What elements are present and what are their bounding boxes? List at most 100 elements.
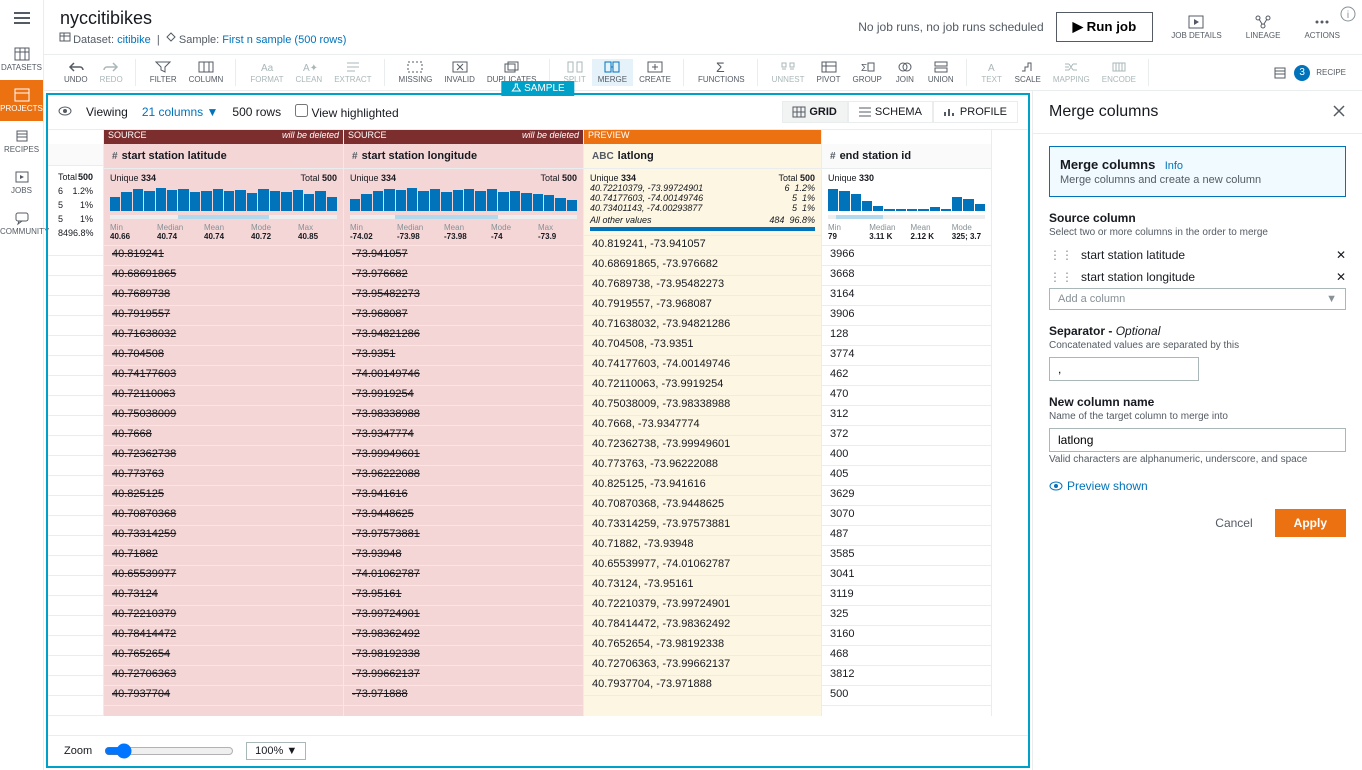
highlight-checkbox[interactable]: View highlighted <box>295 104 399 120</box>
undo-button[interactable]: UNDO <box>58 59 94 86</box>
drag-icon[interactable]: ⋮⋮ <box>1049 248 1073 262</box>
table-cell[interactable]: -73.99949601 <box>344 446 583 466</box>
clean-button[interactable]: A✦CLEAN <box>290 59 329 86</box>
table-cell[interactable]: 500 <box>822 686 991 706</box>
nav-datasets[interactable]: DATASETS <box>0 39 43 80</box>
table-cell[interactable]: 40.7919557, -73.968087 <box>584 296 821 316</box>
table-cell[interactable]: -73.99662137 <box>344 666 583 686</box>
zoom-slider[interactable] <box>104 743 234 759</box>
table-cell[interactable]: 40.7668 <box>104 426 343 446</box>
table-cell[interactable]: 40.68691865, -73.976682 <box>584 256 821 276</box>
create-button[interactable]: CREATE <box>633 59 677 86</box>
table-cell[interactable]: 3668 <box>822 266 991 286</box>
table-cell[interactable]: -74.01062787 <box>344 566 583 586</box>
nav-recipes[interactable]: RECIPES <box>0 121 43 162</box>
missing-button[interactable]: MISSING <box>393 59 439 86</box>
table-cell[interactable]: 40.72110063, -73.9919254 <box>584 376 821 396</box>
table-cell[interactable]: 40.704508, -73.9351 <box>584 336 821 356</box>
table-cell[interactable]: 40.7937704 <box>104 686 343 706</box>
table-cell[interactable]: 3070 <box>822 506 991 526</box>
extract-button[interactable]: EXTRACT <box>328 59 377 86</box>
table-cell[interactable]: 40.71882, -73.93948 <box>584 536 821 556</box>
table-cell[interactable]: 372 <box>822 426 991 446</box>
table-cell[interactable]: 40.65539977 <box>104 566 343 586</box>
pivot-button[interactable]: PIVOT <box>811 59 847 86</box>
table-cell[interactable]: 400 <box>822 446 991 466</box>
table-cell[interactable]: 40.7937704, -73.971888 <box>584 676 821 696</box>
table-cell[interactable]: -73.93948 <box>344 546 583 566</box>
profile-view-button[interactable]: PROFILE <box>933 101 1018 123</box>
text-button[interactable]: ATEXT <box>975 59 1009 86</box>
schema-view-button[interactable]: SCHEMA <box>848 101 933 123</box>
columns-dropdown[interactable]: 21 columns ▼ <box>142 105 219 119</box>
remove-icon[interactable]: ✕ <box>1336 270 1346 284</box>
table-cell[interactable]: -73.96222088 <box>344 466 583 486</box>
table-cell[interactable]: 3119 <box>822 586 991 606</box>
sample-link[interactable]: First n sample (500 rows) <box>222 34 346 46</box>
table-cell[interactable]: 40.7689738, -73.95482273 <box>584 276 821 296</box>
table-cell[interactable]: 3629 <box>822 486 991 506</box>
table-cell[interactable]: 40.75038009 <box>104 406 343 426</box>
table-cell[interactable]: 128 <box>822 326 991 346</box>
table-cell[interactable]: 40.72210379 <box>104 606 343 626</box>
table-cell[interactable]: 3774 <box>822 346 991 366</box>
table-cell[interactable]: 40.74177603, -74.00149746 <box>584 356 821 376</box>
table-cell[interactable]: 40.72706363, -73.99662137 <box>584 656 821 676</box>
table-cell[interactable]: 325 <box>822 606 991 626</box>
table-cell[interactable]: 40.7652654 <box>104 646 343 666</box>
table-cell[interactable]: 40.71882 <box>104 546 343 566</box>
preview-toggle[interactable]: Preview shown <box>1049 479 1346 493</box>
table-cell[interactable]: 40.819241 <box>104 246 343 266</box>
table-cell[interactable]: -73.976682 <box>344 266 583 286</box>
table-cell[interactable]: 468 <box>822 646 991 666</box>
table-cell[interactable]: -74.00149746 <box>344 366 583 386</box>
table-cell[interactable]: 40.73124 <box>104 586 343 606</box>
table-cell[interactable]: 40.72362738 <box>104 446 343 466</box>
table-cell[interactable]: 40.73314259 <box>104 526 343 546</box>
table-cell[interactable]: 405 <box>822 466 991 486</box>
run-job-button[interactable]: ▶ Run job <box>1056 12 1154 42</box>
table-cell[interactable]: -73.98338988 <box>344 406 583 426</box>
unnest-button[interactable]: UNNEST <box>766 59 811 86</box>
drag-icon[interactable]: ⋮⋮ <box>1049 270 1073 284</box>
mapping-button[interactable]: MAPPING <box>1047 59 1096 86</box>
table-cell[interactable]: 3164 <box>822 286 991 306</box>
scale-button[interactable]: SCALE <box>1009 59 1047 86</box>
table-cell[interactable]: 40.7919557 <box>104 306 343 326</box>
table-cell[interactable]: -73.98192338 <box>344 646 583 666</box>
table-cell[interactable]: 40.7689738 <box>104 286 343 306</box>
table-cell[interactable]: 40.819241, -73.941057 <box>584 236 821 256</box>
table-cell[interactable]: -73.9448625 <box>344 506 583 526</box>
table-cell[interactable]: 3966 <box>822 246 991 266</box>
separator-input[interactable] <box>1049 357 1199 381</box>
table-cell[interactable]: 3812 <box>822 666 991 686</box>
table-cell[interactable]: 40.72706363 <box>104 666 343 686</box>
table-cell[interactable]: 40.65539977, -74.01062787 <box>584 556 821 576</box>
nav-projects[interactable]: PROJECTS <box>0 80 43 121</box>
table-cell[interactable]: 40.73314259, -73.97573881 <box>584 516 821 536</box>
join-button[interactable]: JOIN <box>888 59 922 86</box>
table-cell[interactable]: -73.98362492 <box>344 626 583 646</box>
redo-button[interactable]: REDO <box>94 59 129 86</box>
table-cell[interactable]: 40.74177603 <box>104 366 343 386</box>
table-cell[interactable]: 40.72210379, -73.99724901 <box>584 596 821 616</box>
table-cell[interactable]: 40.78414472, -73.98362492 <box>584 616 821 636</box>
zoom-value[interactable]: 100% ▼ <box>246 742 306 760</box>
filter-button[interactable]: FILTER <box>144 59 183 86</box>
table-cell[interactable]: 3585 <box>822 546 991 566</box>
union-button[interactable]: UNION <box>922 59 960 86</box>
table-cell[interactable]: 487 <box>822 526 991 546</box>
table-cell[interactable]: 3160 <box>822 626 991 646</box>
cancel-button[interactable]: Cancel <box>1203 509 1264 537</box>
table-cell[interactable]: -73.941057 <box>344 246 583 266</box>
table-cell[interactable]: 462 <box>822 366 991 386</box>
table-cell[interactable]: 3041 <box>822 566 991 586</box>
table-cell[interactable]: 40.71638032 <box>104 326 343 346</box>
table-cell[interactable]: 40.78414472 <box>104 626 343 646</box>
table-cell[interactable]: -73.95161 <box>344 586 583 606</box>
hamburger-icon[interactable] <box>0 0 43 39</box>
table-cell[interactable]: -73.968087 <box>344 306 583 326</box>
nav-community[interactable]: COMMUNITY <box>0 203 43 244</box>
table-cell[interactable]: 40.72110063 <box>104 386 343 406</box>
remove-icon[interactable]: ✕ <box>1336 248 1346 262</box>
